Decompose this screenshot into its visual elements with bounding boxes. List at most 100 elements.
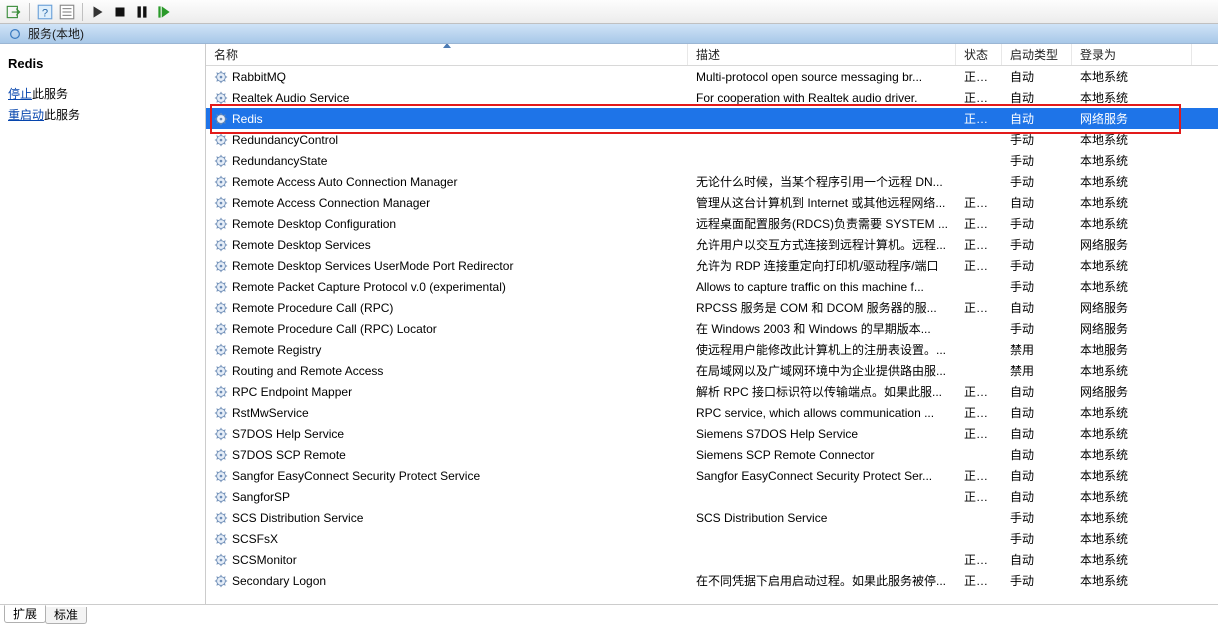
- cell-startup: 自动: [1002, 404, 1072, 421]
- help-icon[interactable]: ?: [35, 2, 55, 22]
- service-row[interactable]: Remote Registry使远程用户能修改此计算机上的注册表设置。...禁用…: [206, 339, 1218, 360]
- cell-logon: 网络服务: [1072, 299, 1192, 316]
- service-row[interactable]: RstMwServiceRPC service, which allows co…: [206, 402, 1218, 423]
- gear-icon: [214, 322, 228, 336]
- gear-icon: [214, 532, 228, 546]
- cell-description: 允许用户以交互方式连接到远程计算机。远程...: [688, 236, 956, 253]
- service-row[interactable]: SangforSP正在...自动本地系统: [206, 486, 1218, 507]
- cell-name: SangforSP: [206, 490, 688, 504]
- service-name-label: Remote Desktop Services: [232, 238, 371, 252]
- gear-icon: [214, 154, 228, 168]
- gear-icon: [214, 469, 228, 483]
- service-row[interactable]: Remote Desktop Configuration远程桌面配置服务(RDC…: [206, 213, 1218, 234]
- tab-extended[interactable]: 扩展: [4, 605, 46, 623]
- cell-description: RPCSS 服务是 COM 和 DCOM 服务器的服...: [688, 299, 956, 316]
- cell-startup: 手动: [1002, 215, 1072, 232]
- details-pane: Redis 停止此服务重启动此服务: [0, 44, 206, 604]
- service-row[interactable]: Remote Packet Capture Protocol v.0 (expe…: [206, 276, 1218, 297]
- cell-status: 正在...: [956, 236, 1002, 253]
- service-row[interactable]: Secondary Logon在不同凭据下启用启动过程。如果此服务被停...正在…: [206, 570, 1218, 591]
- cell-logon: 网络服务: [1072, 320, 1192, 337]
- column-header-startup[interactable]: 启动类型: [1002, 44, 1072, 65]
- service-name-label: Sangfor EasyConnect Security Protect Ser…: [232, 469, 480, 483]
- cell-status: 正在...: [956, 404, 1002, 421]
- service-row[interactable]: SCS Distribution ServiceSCS Distribution…: [206, 507, 1218, 528]
- service-row[interactable]: RabbitMQMulti-protocol open source messa…: [206, 66, 1218, 87]
- cell-startup: 自动: [1002, 194, 1072, 211]
- selected-service-name: Redis: [8, 56, 197, 71]
- cell-description: 无论什么时候，当某个程序引用一个远程 DN...: [688, 173, 956, 190]
- service-name-label: RedundancyState: [232, 154, 327, 168]
- cell-logon: 本地系统: [1072, 425, 1192, 442]
- service-row[interactable]: RedundancyState手动本地系统: [206, 150, 1218, 171]
- cell-logon: 本地系统: [1072, 362, 1192, 379]
- cell-startup: 手动: [1002, 173, 1072, 190]
- pause-icon[interactable]: [132, 2, 152, 22]
- column-header-description[interactable]: 描述: [688, 44, 956, 65]
- properties-icon[interactable]: [57, 2, 77, 22]
- service-row[interactable]: Realtek Audio ServiceFor cooperation wit…: [206, 87, 1218, 108]
- action-link[interactable]: 重启动: [8, 108, 44, 122]
- cell-description: 在不同凭据下启用启动过程。如果此服务被停...: [688, 572, 956, 589]
- cell-name: S7DOS Help Service: [206, 427, 688, 441]
- cell-name: Remote Procedure Call (RPC) Locator: [206, 322, 688, 336]
- cell-name: Remote Desktop Services UserMode Port Re…: [206, 259, 688, 273]
- cell-description: 允许为 RDP 连接重定向打印机/驱动程序/端口: [688, 257, 956, 274]
- service-name-label: RPC Endpoint Mapper: [232, 385, 352, 399]
- service-action-link: 重启动此服务: [8, 106, 197, 123]
- cell-logon: 本地服务: [1072, 341, 1192, 358]
- cell-name: Sangfor EasyConnect Security Protect Ser…: [206, 469, 688, 483]
- service-row[interactable]: Remote Access Connection Manager管理从这台计算机…: [206, 192, 1218, 213]
- gear-icon: [214, 406, 228, 420]
- cell-logon: 本地系统: [1072, 194, 1192, 211]
- service-row[interactable]: Sangfor EasyConnect Security Protect Ser…: [206, 465, 1218, 486]
- cell-startup: 手动: [1002, 320, 1072, 337]
- service-row[interactable]: Remote Procedure Call (RPC) Locator在 Win…: [206, 318, 1218, 339]
- cell-status: 正在...: [956, 383, 1002, 400]
- service-row[interactable]: SCSFsX手动本地系统: [206, 528, 1218, 549]
- service-name-label: SCSMonitor: [232, 553, 297, 567]
- cell-startup: 自动: [1002, 467, 1072, 484]
- service-row[interactable]: Remote Desktop Services UserMode Port Re…: [206, 255, 1218, 276]
- action-link[interactable]: 停止: [8, 87, 32, 101]
- gear-icon: [214, 427, 228, 441]
- service-list[interactable]: RabbitMQMulti-protocol open source messa…: [206, 66, 1218, 602]
- cell-description: 在局域网以及广域网环境中为企业提供路由服...: [688, 362, 956, 379]
- service-row[interactable]: Routing and Remote Access在局域网以及广域网环境中为企业…: [206, 360, 1218, 381]
- column-header-name[interactable]: 名称: [206, 44, 688, 65]
- gear-icon: [214, 217, 228, 231]
- cell-startup: 手动: [1002, 257, 1072, 274]
- cell-status: 正在...: [956, 257, 1002, 274]
- service-name-label: Remote Desktop Services UserMode Port Re…: [232, 259, 513, 273]
- restart-icon[interactable]: [154, 2, 174, 22]
- service-row[interactable]: RPC Endpoint Mapper 解析 RPC 接口标识符以传输端点。如果此…: [206, 381, 1218, 402]
- service-row[interactable]: S7DOS Help ServiceSiemens S7DOS Help Ser…: [206, 423, 1218, 444]
- service-row[interactable]: Remote Procedure Call (RPC)RPCSS 服务是 COM…: [206, 297, 1218, 318]
- service-name-label: SCS Distribution Service: [232, 511, 363, 525]
- service-name-label: RabbitMQ: [232, 70, 286, 84]
- export-icon[interactable]: [4, 2, 24, 22]
- cell-startup: 手动: [1002, 236, 1072, 253]
- cell-name: SCSMonitor: [206, 553, 688, 567]
- service-name-label: Remote Procedure Call (RPC) Locator: [232, 322, 437, 336]
- cell-description: Sangfor EasyConnect Security Protect Ser…: [688, 469, 956, 483]
- service-row[interactable]: Redis正在...自动网络服务: [206, 108, 1218, 129]
- tab-standard[interactable]: 标准: [45, 607, 87, 624]
- bottom-tabs: 扩展 标准: [0, 604, 1218, 624]
- service-row[interactable]: RedundancyControl手动本地系统: [206, 129, 1218, 150]
- service-row[interactable]: SCSMonitor正在...自动本地系统: [206, 549, 1218, 570]
- sort-ascending-icon: [443, 44, 451, 48]
- service-action-link: 停止此服务: [8, 85, 197, 102]
- cell-status: 正在...: [956, 110, 1002, 127]
- stop-icon[interactable]: [110, 2, 130, 22]
- service-row[interactable]: Remote Desktop Services 允许用户以交互方式连接到远程计算机…: [206, 234, 1218, 255]
- column-header-logon[interactable]: 登录为: [1072, 44, 1192, 65]
- service-name-label: S7DOS Help Service: [232, 427, 344, 441]
- start-icon[interactable]: [88, 2, 108, 22]
- service-row[interactable]: Remote Access Auto Connection Manager无论什…: [206, 171, 1218, 192]
- column-header-status[interactable]: 状态: [956, 44, 1002, 65]
- cell-description: 解析 RPC 接口标识符以传输端点。如果此服...: [688, 383, 956, 400]
- gear-icon: [214, 280, 228, 294]
- service-row[interactable]: S7DOS SCP RemoteSiemens SCP Remote Conne…: [206, 444, 1218, 465]
- cell-name: Realtek Audio Service: [206, 91, 688, 105]
